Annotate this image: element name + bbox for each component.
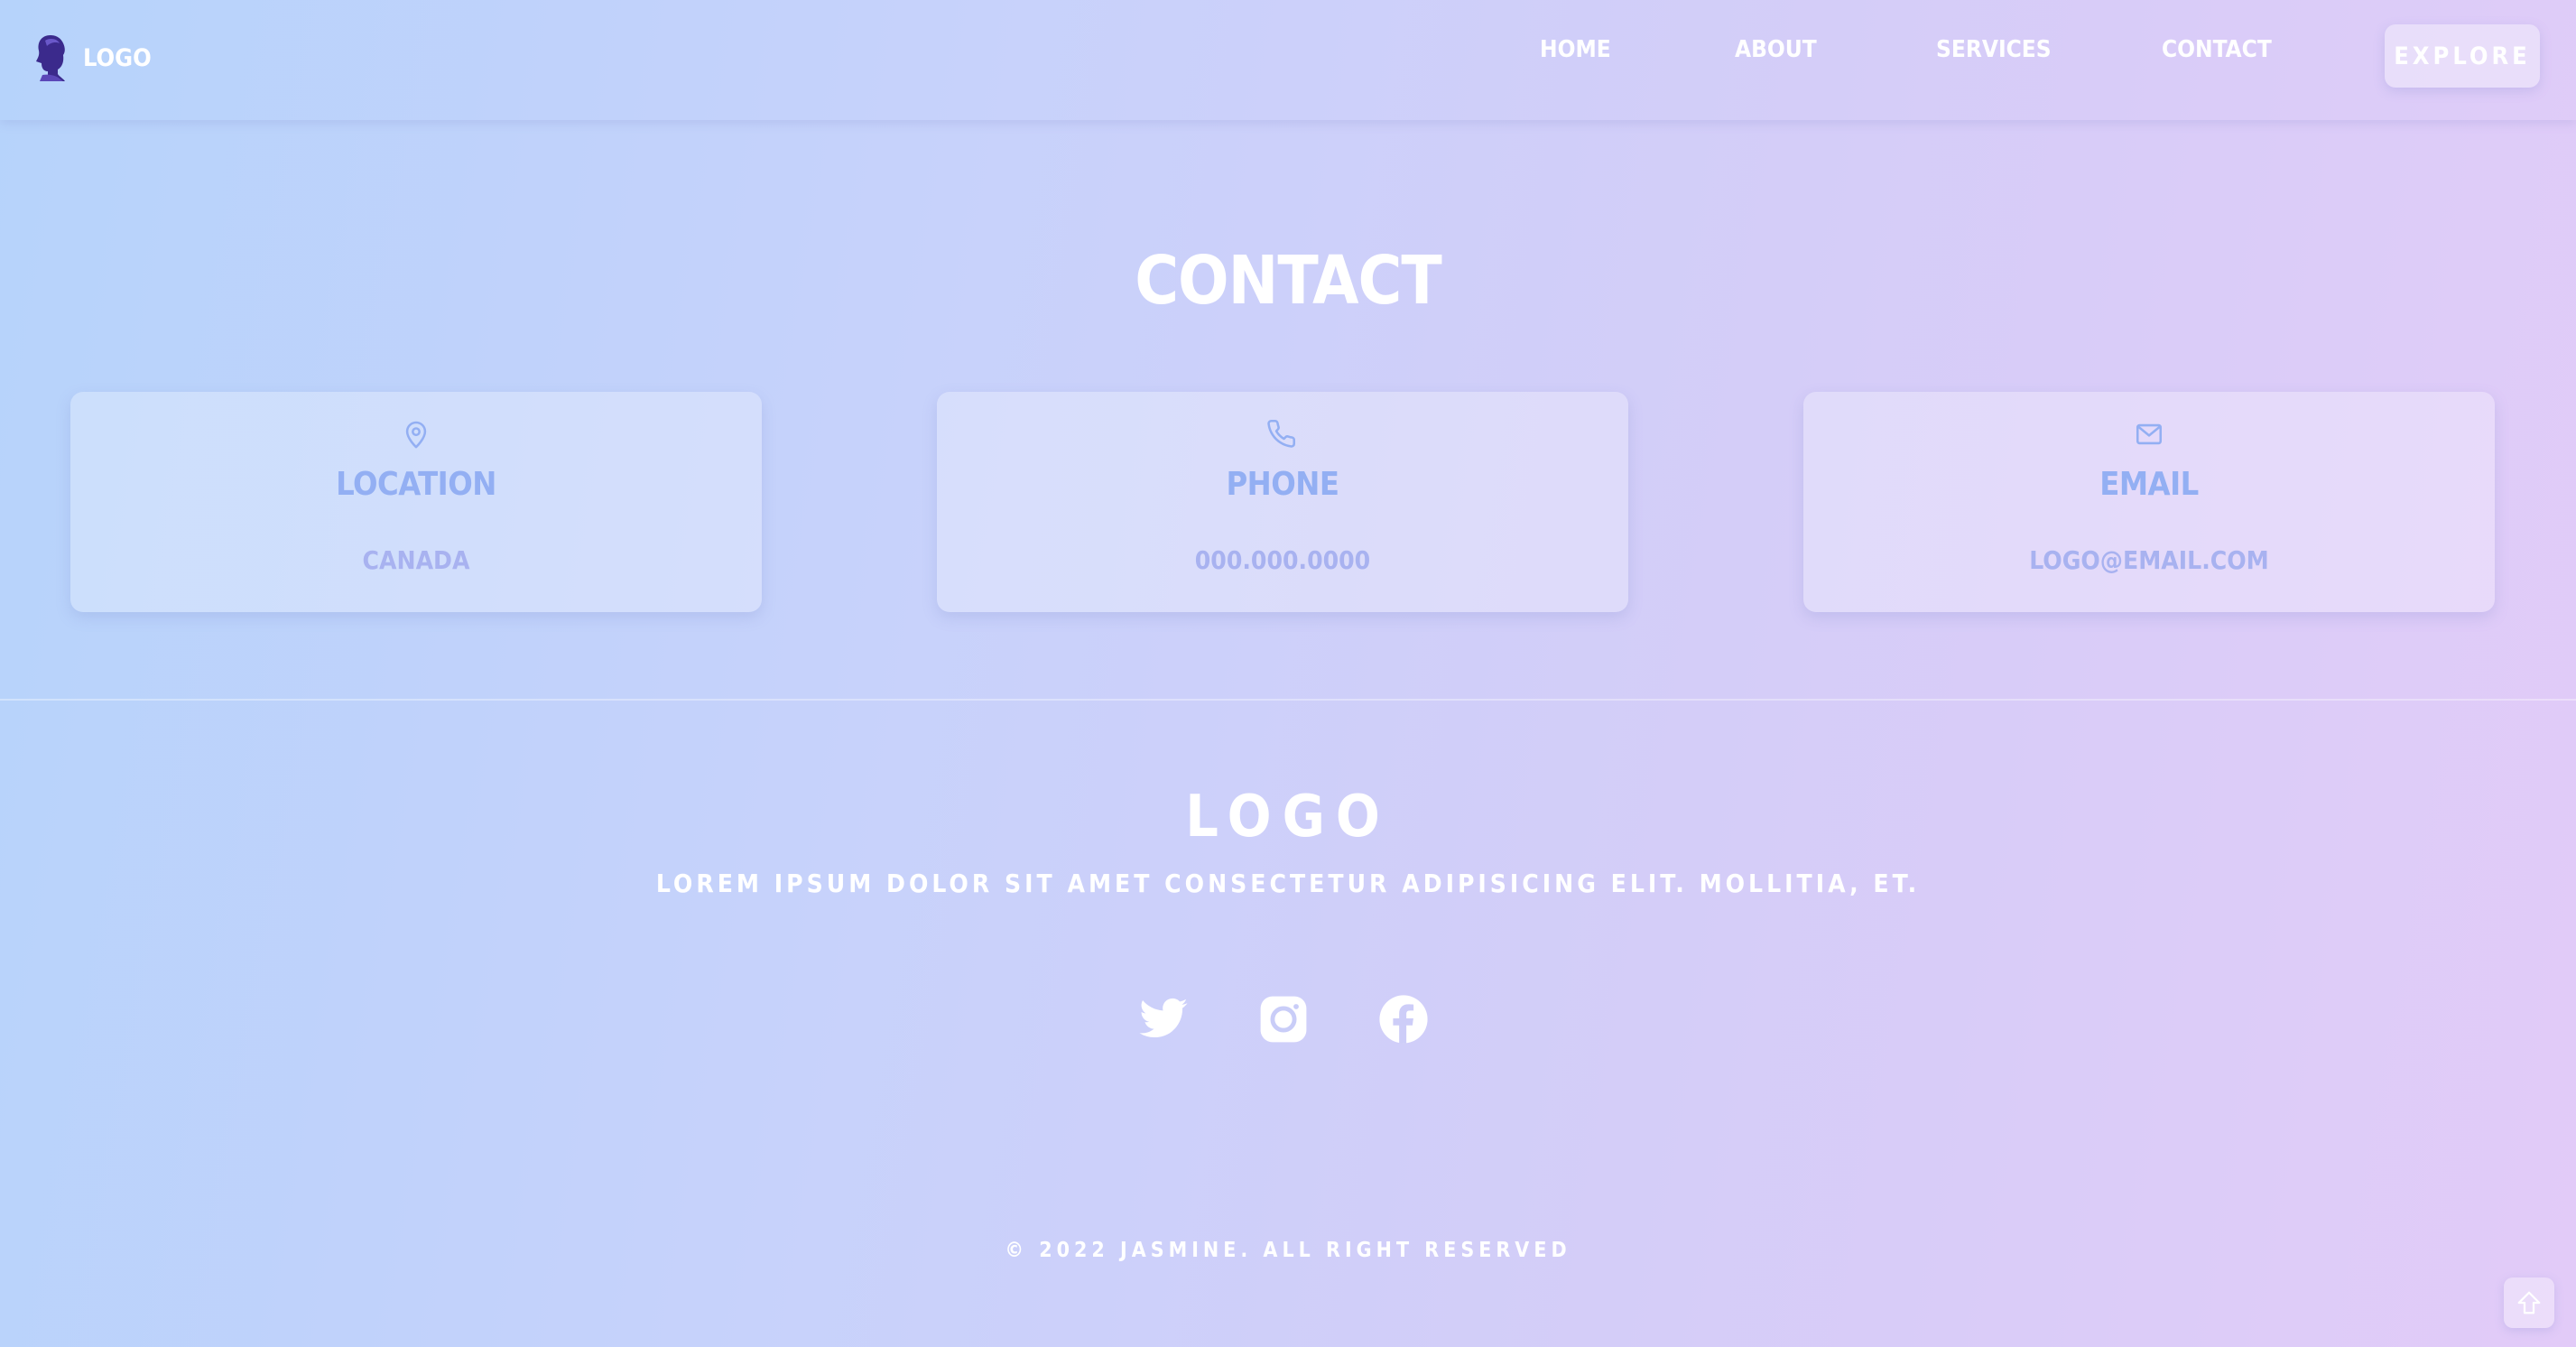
- scroll-to-top-button[interactable]: [2504, 1277, 2554, 1328]
- contact-card-phone: PHONE 000.000.0000: [937, 392, 1628, 612]
- card-value: CANADA: [362, 545, 470, 575]
- copyright-text: © 2022 JASMINE. ALL RIGHT RESERVED: [1005, 1239, 1571, 1262]
- card-value: 000.000.0000: [1194, 545, 1371, 575]
- contact-card-email: EMAIL LOGO@EMAIL.COM: [1803, 392, 2495, 612]
- footer-logo: LOGO: [1185, 784, 1391, 850]
- explore-button[interactable]: EXPLORE: [2385, 24, 2540, 88]
- nav-home[interactable]: HOME: [1540, 36, 1611, 63]
- logo-head-icon: [36, 35, 65, 81]
- mail-icon: [2136, 423, 2163, 445]
- instagram-icon[interactable]: [1257, 993, 1310, 1045]
- section-divider: [0, 699, 2576, 701]
- footer-tagline: LOREM IPSUM DOLOR SIT AMET CONSECTETUR A…: [655, 869, 1921, 898]
- contact-card-location: LOCATION CANADA: [70, 392, 762, 612]
- logo-text: LOGO: [83, 43, 152, 72]
- nav-about[interactable]: ABOUT: [1735, 36, 1817, 63]
- nav-contact[interactable]: CONTACT: [2162, 36, 2272, 63]
- nav-services[interactable]: SERVICES: [1936, 36, 2052, 63]
- twitter-icon[interactable]: [1137, 993, 1190, 1045]
- card-title: LOCATION: [336, 466, 496, 503]
- arrow-up-icon: [2517, 1291, 2541, 1314]
- phone-icon: [1267, 419, 1296, 448]
- facebook-icon[interactable]: [1377, 993, 1430, 1045]
- card-value[interactable]: LOGO@EMAIL.COM: [1803, 545, 2495, 575]
- contact-section-title: CONTACT: [1135, 242, 1442, 320]
- site-header: LOGO HOME ABOUT SERVICES CONTACT EXPLORE: [0, 0, 2576, 120]
- brand[interactable]: LOGO: [32, 33, 152, 83]
- map-pin-icon: [405, 421, 427, 449]
- card-title: EMAIL: [2099, 466, 2199, 503]
- card-title: PHONE: [1226, 466, 1339, 503]
